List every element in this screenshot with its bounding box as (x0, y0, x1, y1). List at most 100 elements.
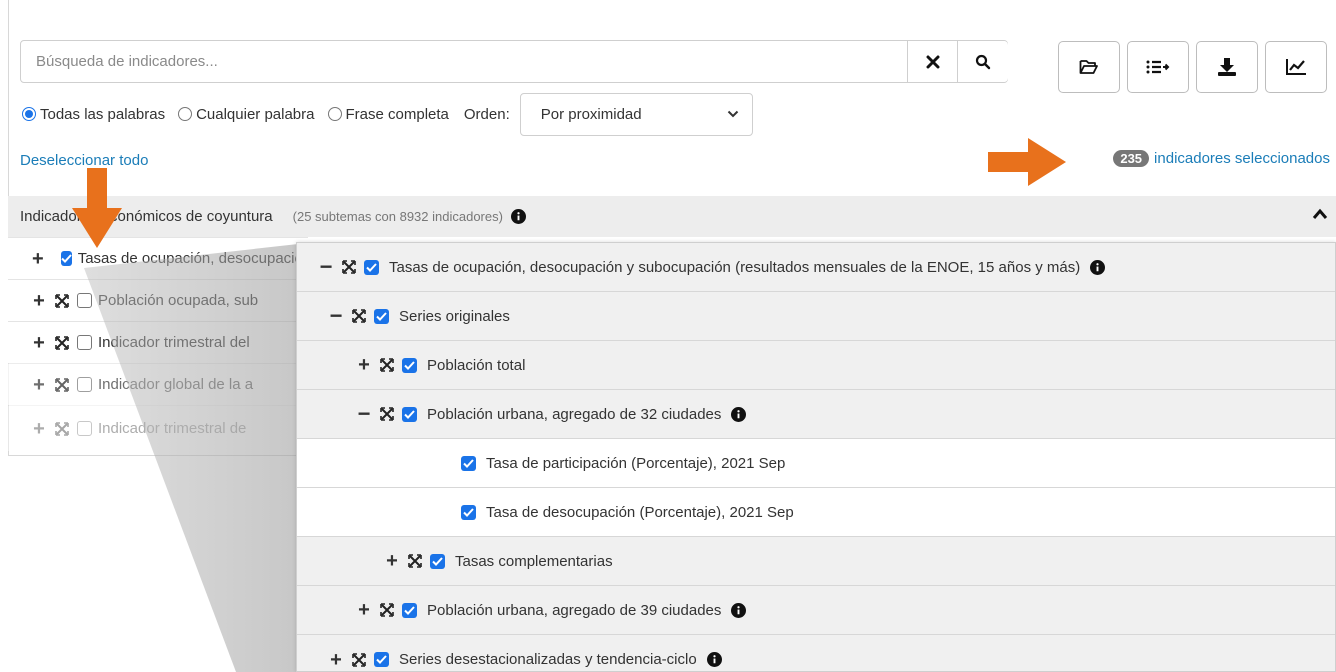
expand-all-icon[interactable] (55, 293, 69, 308)
zoom-row-label: Tasas de ocupación, desocupación y suboc… (389, 258, 1081, 276)
expand-all-icon[interactable] (380, 358, 394, 372)
radio-any-word[interactable]: Cualquier palabra (178, 105, 315, 123)
zoom-row-label: Series originales (399, 307, 510, 325)
zoom-row-label: Población urbana, agregado de 39 ciudade… (427, 601, 722, 619)
expand-plus-icon[interactable]: + (357, 355, 371, 375)
expand-all-icon[interactable] (352, 652, 366, 667)
check-icon (404, 605, 415, 615)
download-icon (1218, 58, 1236, 76)
export-list-button[interactable] (1127, 41, 1189, 93)
collapse-minus-icon[interactable]: − (329, 305, 343, 327)
zoom-row[interactable]: + Series desestacionalizadas y tendencia… (297, 635, 1335, 671)
tree-row[interactable]: + Indicador trimestral del (8, 321, 308, 363)
order-select[interactable]: Por proximidad (519, 92, 753, 136)
zoom-row[interactable]: + Tasas complementarias (297, 537, 1335, 586)
check-icon (376, 655, 387, 664)
expand-plus-icon[interactable]: + (32, 333, 46, 353)
collapse-minus-icon[interactable]: − (357, 403, 371, 425)
expand-all-icon[interactable] (352, 309, 366, 323)
list-export-icon (1146, 60, 1170, 74)
expand-all-icon[interactable] (408, 554, 422, 568)
search-button[interactable] (957, 41, 1008, 82)
radio-label: Frase completa (345, 105, 449, 123)
expand-plus-icon[interactable]: + (357, 600, 371, 620)
selected-indicators-link: indicadores seleccionados (1154, 150, 1330, 167)
tree-row[interactable]: + Población ocupada, sub (8, 279, 308, 321)
expand-all-icon[interactable] (55, 335, 69, 350)
expand-plus-icon[interactable]: + (385, 551, 399, 571)
radio-exact-phrase[interactable]: Frase completa (327, 105, 449, 123)
folder-open-icon (1079, 60, 1098, 74)
zoom-row-leaf[interactable]: Tasa de participación (Porcentaje), 2021… (297, 439, 1335, 488)
info-icon[interactable] (510, 209, 526, 224)
zoom-row[interactable]: − Tasas de ocupación, desocupación y sub… (297, 243, 1335, 292)
zoom-row[interactable]: + Población total (297, 341, 1335, 390)
order-selected-value: Por proximidad (540, 105, 642, 123)
info-icon[interactable] (731, 406, 747, 422)
zoom-row-label: Tasa de desocupación (Porcentaje), 2021 … (486, 503, 794, 521)
zoom-row-label: Población urbana, agregado de 32 ciudade… (427, 405, 722, 423)
checkbox-checked[interactable] (402, 357, 417, 373)
expand-plus-icon[interactable]: + (32, 249, 44, 269)
download-button[interactable] (1196, 41, 1258, 93)
checkbox-checked[interactable] (374, 308, 389, 324)
tree-row[interactable]: + Tasas de ocupación, desocupación y sub… (8, 237, 308, 279)
search-input[interactable] (21, 41, 907, 82)
zoom-row-label: Tasas complementarias (455, 552, 613, 570)
checkbox-unchecked[interactable] (77, 335, 92, 350)
close-icon (926, 55, 940, 68)
clear-search-button[interactable] (907, 41, 958, 82)
radio-label: Cualquier palabra (196, 105, 315, 123)
expand-plus-icon[interactable]: + (32, 375, 46, 395)
expand-all-icon[interactable] (342, 260, 356, 274)
expand-all-icon[interactable] (55, 421, 69, 436)
expand-all-icon[interactable] (380, 407, 394, 421)
info-icon[interactable] (731, 602, 747, 618)
order-label: Orden: (463, 105, 510, 123)
tree-row-label: Población ocupada, sub (98, 292, 259, 309)
collapse-minus-icon[interactable]: − (319, 256, 333, 278)
checkbox-checked[interactable] (461, 504, 476, 520)
chart-button[interactable] (1265, 41, 1327, 93)
tree-row-label: Indicador trimestral de (98, 420, 247, 437)
checkbox-checked[interactable] (402, 406, 417, 422)
check-icon (376, 311, 387, 321)
chevron-down-icon (727, 110, 738, 118)
checkbox-checked[interactable] (364, 259, 379, 275)
expand-plus-icon[interactable]: + (32, 291, 46, 311)
deselect-all-link[interactable]: Deseleccionar todo (20, 152, 148, 169)
tree-row[interactable]: + Indicador trimestral de (8, 405, 308, 451)
zoom-row[interactable]: − Series originales (297, 292, 1335, 341)
info-icon[interactable] (1090, 259, 1106, 275)
search-bar (20, 40, 1008, 83)
theme-header[interactable]: Indicadores económicos de coyuntura (25 … (8, 196, 1336, 237)
checkbox-checked[interactable] (402, 602, 417, 618)
expand-all-icon[interactable] (380, 603, 394, 617)
checkbox-unchecked[interactable] (77, 377, 92, 392)
open-folder-button[interactable] (1058, 41, 1120, 93)
count-badge: 235 (1113, 150, 1150, 167)
checkbox-unchecked[interactable] (77, 421, 92, 436)
checkbox-checked[interactable] (461, 455, 476, 471)
zoom-row-label: Tasa de participación (Porcentaje), 2021… (486, 454, 786, 472)
zoom-row[interactable]: + Población urbana, agregado de 39 ciuda… (297, 586, 1335, 635)
radio-indicator (327, 107, 342, 121)
checkbox-checked[interactable] (430, 553, 445, 569)
expand-plus-icon[interactable]: + (32, 419, 46, 439)
checkbox-unchecked[interactable] (77, 293, 92, 308)
tree-row[interactable]: + Indicador global de la a (8, 363, 308, 405)
checkbox-checked[interactable] (374, 652, 389, 667)
arrow-down-annotation (72, 168, 122, 248)
zoom-row[interactable]: − Población urbana, agregado de 32 ciuda… (297, 390, 1335, 439)
expand-plus-icon[interactable]: + (329, 650, 343, 670)
zoom-callout: − Tasas de ocupación, desocupación y sub… (296, 242, 1336, 672)
check-icon (463, 458, 474, 468)
checkbox-checked[interactable] (60, 251, 72, 266)
info-icon[interactable] (706, 652, 722, 667)
zoom-row-label: Series desestacionalizadas y tendencia-c… (399, 651, 697, 668)
expand-all-icon[interactable] (55, 377, 69, 392)
selected-indicators-count[interactable]: 235 indicadores seleccionados (1113, 150, 1330, 167)
chevron-up-icon[interactable] (1312, 206, 1328, 222)
radio-all-words[interactable]: Todas las palabras (22, 106, 165, 123)
zoom-row-leaf[interactable]: Tasa de desocupación (Porcentaje), 2021 … (297, 488, 1335, 537)
